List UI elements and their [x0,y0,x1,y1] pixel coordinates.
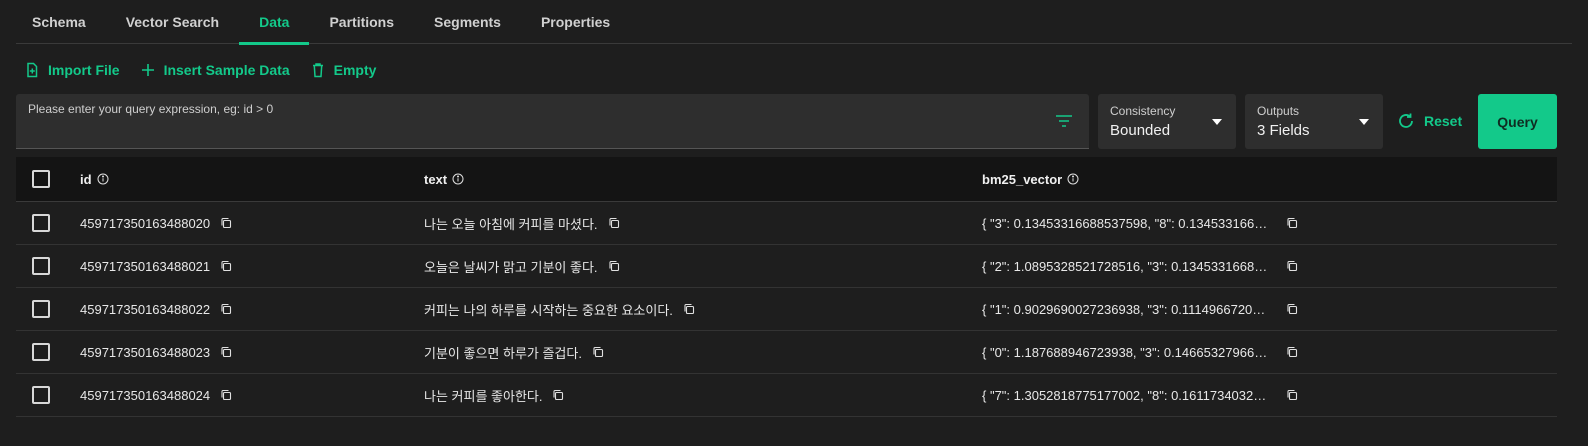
text-cell: 나는 오늘 아침에 커피를 마셨다. [424,216,598,232]
info-icon[interactable] [452,173,464,185]
column-header-label: text [424,171,448,187]
row-checkbox[interactable] [32,214,50,232]
copy-icon[interactable] [608,217,620,229]
consistency-select[interactable]: Consistency Bounded [1098,94,1236,149]
id-cell: 459717350163488021 [80,258,211,274]
empty-label: Empty [333,62,377,78]
caret-down-icon [1212,119,1222,125]
copy-icon[interactable] [220,389,232,401]
tab-schema[interactable]: Schema [16,0,106,44]
bm25-vector-cell: { "1": 0.9029690027236938, "3": 0.111496… [982,301,1272,317]
copy-icon[interactable] [1286,303,1298,315]
insert-sample-data-button[interactable]: Insert Sample Data [140,62,290,78]
table-row[interactable]: 459717350163488023 기분이 좋으면 하루가 즐겁다. { "0… [16,331,1557,374]
query-button[interactable]: Query [1478,94,1557,149]
caret-down-icon [1359,119,1369,125]
tab-data[interactable]: Data [239,0,310,45]
text-cell: 나는 커피를 좋아한다. [424,388,543,404]
import-file-icon [27,62,38,78]
empty-button[interactable]: Empty [310,62,377,78]
column-header-bm25-vector[interactable]: bm25_vector [982,157,1079,201]
copy-icon[interactable] [220,346,232,358]
select-all-checkbox[interactable] [32,170,50,188]
trash-icon [312,63,323,78]
reset-button[interactable]: Reset [1396,110,1462,132]
id-cell: 459717350163488020 [80,215,211,231]
copy-icon[interactable] [1286,217,1298,229]
info-icon[interactable] [1067,173,1079,185]
filter-icon[interactable] [1055,114,1073,128]
table-row[interactable]: 459717350163488021 오늘은 날씨가 맑고 기분이 좋다. { … [16,245,1557,288]
copy-icon[interactable] [608,260,620,272]
refresh-icon [1399,113,1413,128]
insert-sample-data-label: Insert Sample Data [163,62,290,78]
copy-icon[interactable] [683,303,695,315]
copy-icon[interactable] [220,217,232,229]
text-cell: 커피는 나의 하루를 시작하는 중요한 요소이다. [424,302,673,318]
consistency-value: Bounded [1110,122,1171,139]
copy-icon[interactable] [1286,389,1298,401]
row-checkbox[interactable] [32,257,50,275]
text-cell: 오늘은 날씨가 맑고 기분이 좋다. [424,259,598,275]
column-header-text[interactable]: text [424,157,464,201]
id-cell: 459717350163488024 [80,387,211,403]
bm25-vector-cell: { "0": 1.187688946723938, "3": 0.1466532… [982,344,1272,360]
outputs-value: 3 Fields [1257,122,1310,139]
tab-segments[interactable]: Segments [414,0,521,44]
text-cell: 기분이 좋으면 하루가 즐겁다. [424,345,582,361]
bm25-vector-cell: { "2": 1.0895328521728516, "3": 0.134533… [982,258,1272,274]
row-checkbox[interactable] [32,386,50,404]
copy-icon[interactable] [220,303,232,315]
outputs-select[interactable]: Outputs 3 Fields [1245,94,1383,149]
import-file-button[interactable]: Import File [24,62,120,78]
table-row[interactable]: 459717350163488022 커피는 나의 하루를 시작하는 중요한 요… [16,288,1557,331]
tab-vector-search[interactable]: Vector Search [106,0,239,44]
bm25-vector-cell: { "3": 0.13453316688537598, "8": 0.13453… [982,215,1272,231]
query-expression-input[interactable] [28,102,1028,116]
column-header-label: id [80,171,92,187]
copy-icon[interactable] [1286,346,1298,358]
table-row[interactable]: 459717350163488020 나는 오늘 아침에 커피를 마셨다. { … [16,202,1557,245]
copy-icon[interactable] [552,389,564,401]
id-cell: 459717350163488023 [80,344,211,360]
tab-properties[interactable]: Properties [521,0,630,44]
data-actions: Import File Insert Sample Data Empty [24,58,396,82]
row-checkbox[interactable] [32,343,50,361]
table-header: id text bm25_vector [16,157,1557,202]
column-header-label: bm25_vector [982,171,1063,187]
consistency-label: Consistency [1110,104,1176,118]
query-expression-box [16,94,1089,149]
outputs-label: Outputs [1257,104,1300,118]
table-row[interactable]: 459717350163488024 나는 커피를 좋아한다. { "7": 1… [16,374,1557,417]
bm25-vector-cell: { "7": 1.3052818775177002, "8": 0.161173… [982,387,1272,403]
id-cell: 459717350163488022 [80,301,211,317]
import-file-label: Import File [48,62,120,78]
tab-bar: Schema Vector Search Data Partitions Seg… [16,0,1572,45]
copy-icon[interactable] [1286,260,1298,272]
tab-partitions[interactable]: Partitions [309,0,414,44]
copy-icon[interactable] [592,346,604,358]
reset-label: Reset [1424,113,1463,129]
column-header-id[interactable]: id [80,157,109,201]
row-checkbox[interactable] [32,300,50,318]
info-icon[interactable] [97,173,109,185]
plus-icon [141,64,154,76]
data-table: id text bm25_vector 459717350163488020 나… [16,157,1557,417]
copy-icon[interactable] [220,260,232,272]
